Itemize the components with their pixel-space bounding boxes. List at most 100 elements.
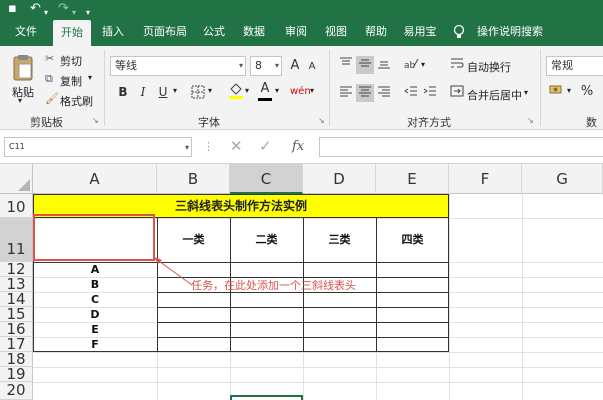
fill-color-dropdown-icon[interactable]: ▾: [245, 86, 249, 95]
tab-formulas[interactable]: 公式: [198, 18, 230, 46]
align-bottom-icon[interactable]: [375, 56, 393, 74]
borders-icon[interactable]: [189, 83, 207, 101]
italic-button[interactable]: I: [134, 83, 152, 101]
copy-button[interactable]: 复制: [60, 73, 82, 89]
tell-me-search[interactable]: 操作说明搜索: [472, 18, 548, 46]
svg-text:ab: ab: [404, 61, 416, 70]
header-cell-4[interactable]: 四类: [376, 218, 449, 262]
align-middle-icon[interactable]: [356, 56, 374, 74]
column-header-b[interactable]: B: [157, 164, 230, 194]
align-left-icon[interactable]: [337, 84, 355, 102]
merge-center-icon[interactable]: [448, 84, 466, 102]
clipboard-group-label: 剪贴板: [30, 116, 63, 129]
cancel-icon[interactable]: ✕: [230, 137, 243, 155]
paste-button[interactable]: 粘贴: [12, 84, 34, 100]
orientation-icon[interactable]: ab: [402, 56, 420, 74]
formula-input[interactable]: [319, 137, 603, 157]
column-header-d[interactable]: D: [303, 164, 376, 194]
clipboard-launcher-icon[interactable]: ↘: [92, 116, 99, 125]
tab-file[interactable]: 文件: [6, 18, 46, 46]
annotation-arrow-icon: [154, 257, 193, 286]
font-name-select[interactable]: 等线 ▾: [110, 56, 246, 76]
bold-button[interactable]: B: [114, 83, 132, 101]
ribbon-tabs: 文件 开始 插入 页面布局 公式 数据 审阅 视图 帮助 易用宝 操作说明搜索: [0, 18, 603, 46]
increase-indent-icon[interactable]: [421, 84, 439, 102]
column-header-e[interactable]: E: [376, 164, 449, 194]
ribbon-home: 粘贴 ▾ ✂ 剪切 ⧉ 复制 ▾ 🖌 格式刷 剪贴板 ↘ 等线 ▾ 8 ▾ A A …: [0, 46, 603, 130]
column-header-a[interactable]: A: [33, 164, 157, 194]
borders-dropdown-icon[interactable]: ▾: [208, 86, 212, 95]
row-header-11[interactable]: 11: [0, 218, 33, 262]
row-label-cell[interactable]: F: [33, 337, 157, 352]
row-label-cell[interactable]: E: [33, 322, 157, 337]
font-color-dropdown-icon[interactable]: ▾: [275, 86, 279, 95]
active-cell-indicator: [230, 395, 303, 400]
lightbulb-icon[interactable]: [452, 18, 466, 46]
tab-home[interactable]: 开始: [53, 20, 91, 46]
chevron-down-icon: ▾: [184, 143, 189, 152]
tab-data[interactable]: 数据: [236, 18, 272, 46]
orientation-dropdown-icon[interactable]: ▾: [421, 60, 425, 69]
percent-button[interactable]: %: [578, 83, 596, 101]
tab-insert[interactable]: 插入: [94, 18, 132, 46]
accounting-icon[interactable]: [548, 83, 566, 101]
row-label-cell[interactable]: B: [33, 277, 157, 292]
fill-color-icon[interactable]: [227, 81, 245, 99]
tab-review[interactable]: 审阅: [278, 18, 314, 46]
row-header-19[interactable]: 19: [0, 367, 33, 382]
number-group-label: 数: [586, 116, 597, 129]
column-header-f[interactable]: F: [449, 164, 522, 194]
chevron-down-icon: ▾: [274, 61, 279, 70]
align-center-icon[interactable]: [356, 84, 374, 102]
shrink-font-button[interactable]: A: [303, 58, 321, 76]
merge-dropdown-icon[interactable]: ▾: [524, 88, 528, 97]
redo-icon[interactable]: ↷: [58, 1, 69, 17]
underline-dropdown-icon[interactable]: ▾: [173, 86, 177, 95]
merge-center-button[interactable]: 合并后居中: [467, 87, 522, 103]
tab-yiyongbao[interactable]: 易用宝: [399, 18, 441, 46]
cut-button[interactable]: 剪切: [60, 53, 82, 69]
column-header-g[interactable]: G: [522, 164, 603, 194]
font-launcher-icon[interactable]: ↘: [318, 116, 325, 125]
header-cell-3[interactable]: 三类: [303, 218, 376, 262]
worksheet-grid[interactable]: A B C D E F G 10 11 12 13 14 15 16 17 18…: [0, 164, 603, 400]
highlight-box: [33, 214, 155, 261]
row-header-10[interactable]: 10: [0, 194, 33, 218]
paste-dropdown-icon[interactable]: ▾: [18, 96, 22, 105]
alignment-launcher-icon[interactable]: ↘: [527, 116, 534, 125]
decrease-indent-icon[interactable]: [402, 84, 420, 102]
name-box[interactable]: C11 ▾: [4, 137, 192, 157]
underline-button[interactable]: U: [154, 83, 172, 101]
align-top-icon[interactable]: [337, 56, 355, 74]
chevron-down-icon: ▾: [238, 61, 243, 70]
column-header-c[interactable]: C: [230, 164, 303, 194]
row-label-cell[interactable]: D: [33, 307, 157, 322]
select-all-corner[interactable]: [0, 164, 33, 194]
save-icon[interactable]: ▪: [8, 1, 17, 17]
wrap-text-button[interactable]: 自动换行: [467, 59, 511, 75]
insert-function-button[interactable]: fx: [292, 139, 304, 154]
tab-view[interactable]: 视图: [318, 18, 354, 46]
format-painter-button[interactable]: 格式刷: [60, 93, 93, 109]
enter-icon[interactable]: ✓: [259, 137, 272, 155]
row-header-20[interactable]: 20: [0, 382, 33, 400]
row-label-cell[interactable]: C: [33, 292, 157, 307]
tab-page-layout[interactable]: 页面布局: [136, 18, 194, 46]
paste-icon[interactable]: [12, 54, 34, 82]
align-right-icon[interactable]: [375, 84, 393, 102]
tab-help[interactable]: 帮助: [358, 18, 394, 46]
undo-icon[interactable]: ↶: [30, 1, 41, 17]
grow-font-button[interactable]: A: [286, 57, 304, 75]
wen-phonetic-button[interactable]: wén: [290, 83, 311, 101]
font-color-icon[interactable]: A: [256, 80, 274, 98]
accounting-dropdown-icon[interactable]: ▾: [567, 86, 571, 95]
font-size-select[interactable]: 8 ▾: [250, 56, 282, 76]
row-label-cell[interactable]: A: [33, 262, 157, 277]
more-options-icon: ⋮: [203, 140, 214, 153]
wen-dropdown-icon[interactable]: ▾: [310, 86, 314, 95]
header-cell-2[interactable]: 二类: [230, 218, 303, 262]
number-format-select[interactable]: 常规: [546, 56, 603, 76]
copy-dropdown-icon[interactable]: ▾: [88, 73, 92, 82]
font-group-label: 字体: [198, 116, 220, 129]
wrap-text-icon[interactable]: [448, 56, 466, 74]
